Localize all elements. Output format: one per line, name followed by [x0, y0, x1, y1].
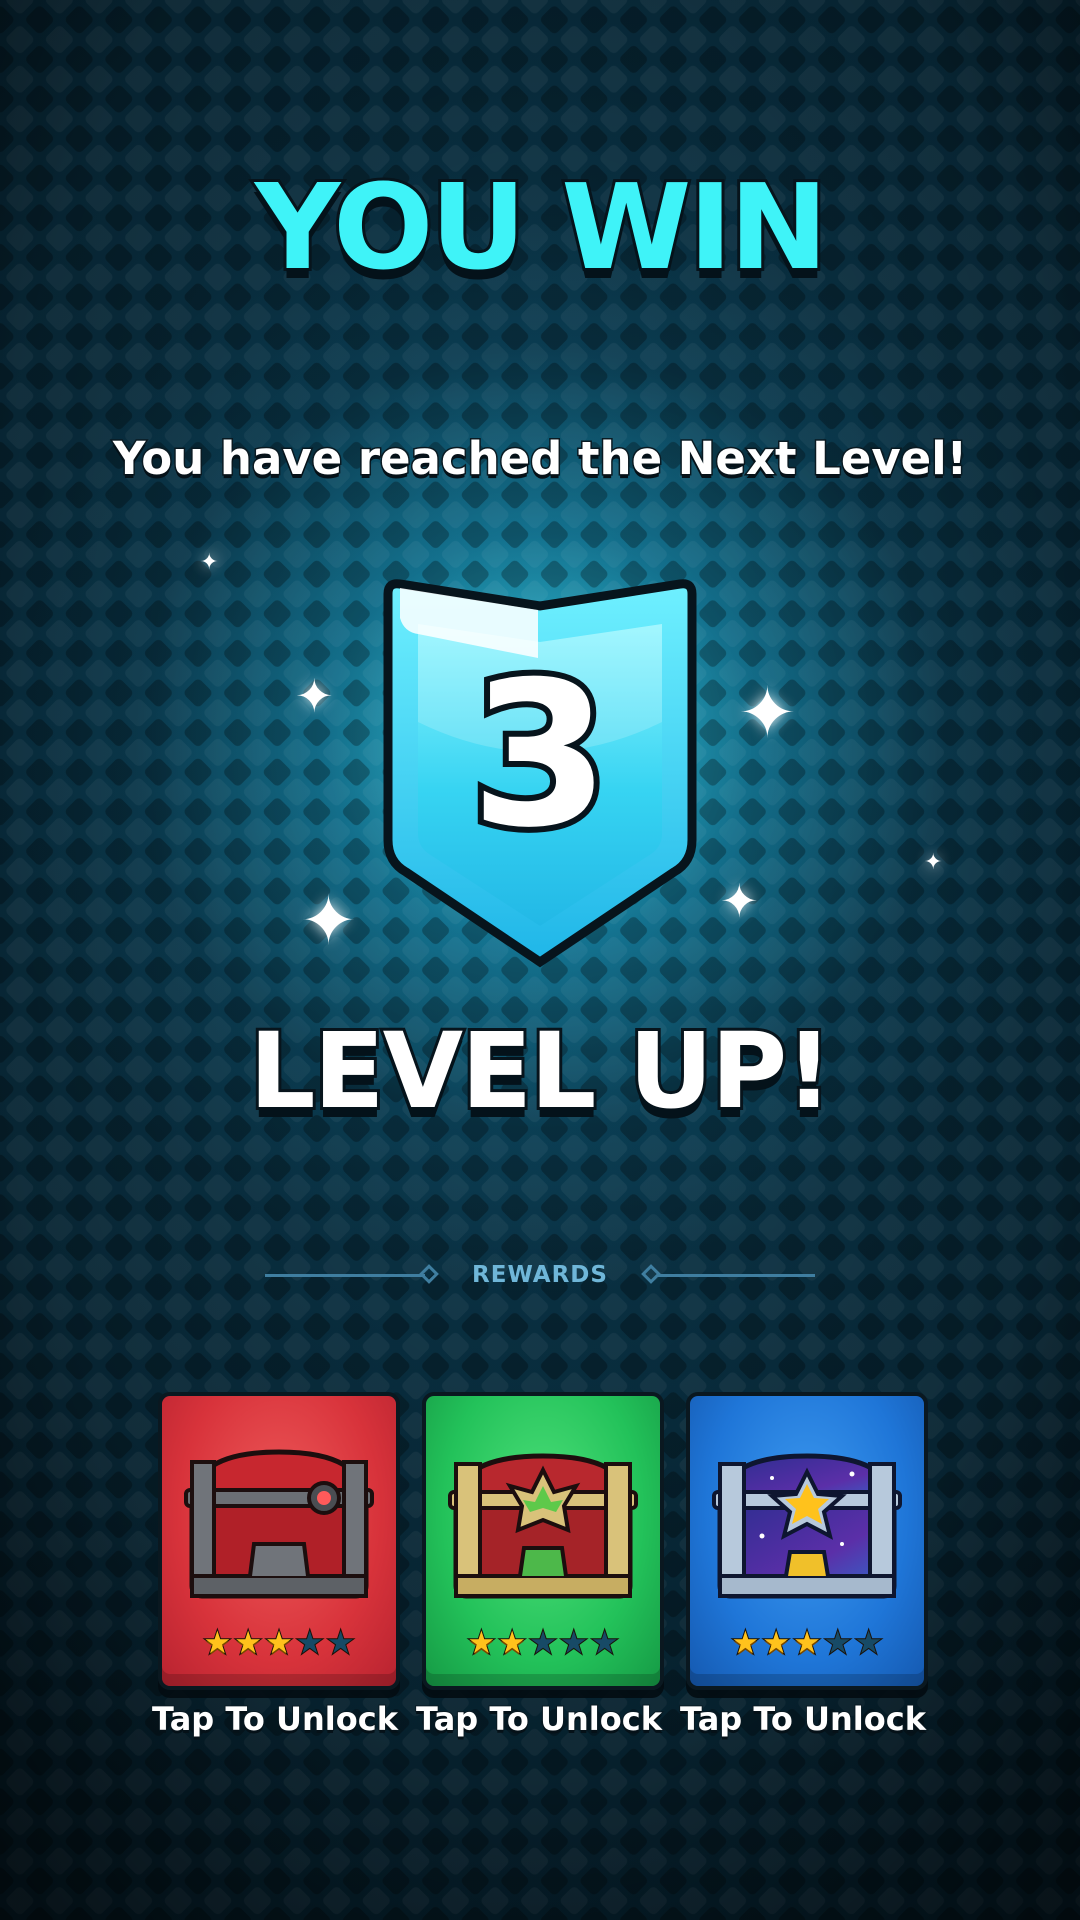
- sparkle-icon: ✦: [924, 850, 943, 875]
- star-filled-icon: ★: [761, 1625, 791, 1661]
- red-iron-chest-icon: [184, 1449, 374, 1599]
- tap-to-unlock-label[interactable]: Tap To Unlock: [135, 1699, 415, 1739]
- divider-line-right: [657, 1274, 815, 1277]
- chest-card-green[interactable]: ★ ★ ★ ★ ★: [422, 1392, 664, 1690]
- star-rating: ★ ★ ★ ★ ★: [162, 1625, 396, 1661]
- star-filled-icon: ★: [233, 1625, 263, 1661]
- level-shield-badge: 3: [383, 579, 697, 968]
- star-rating: ★ ★ ★ ★ ★: [690, 1625, 924, 1661]
- sparkle-icon: ✦: [295, 669, 334, 723]
- star-filled-icon: ★: [497, 1625, 527, 1661]
- star-empty-icon: ★: [528, 1625, 558, 1661]
- star-filled-icon: ★: [264, 1625, 294, 1661]
- win-screen: YOU WIN You have reached the Next Level!…: [0, 0, 1080, 1920]
- level-up-banner: LEVEL UP!: [246, 1007, 835, 1135]
- sparkle-icon: ✦: [738, 672, 797, 754]
- chest-card-red[interactable]: ★ ★ ★ ★ ★: [158, 1392, 400, 1690]
- level-number: 3: [470, 639, 609, 872]
- star-filled-icon: ★: [203, 1625, 233, 1661]
- gold-green-chest-icon: [448, 1453, 638, 1599]
- sparkle-icon: ✦: [300, 882, 357, 961]
- chest-card-blue[interactable]: ★ ★ ★ ★ ★: [686, 1392, 928, 1690]
- cosmic-star-chest-icon: [712, 1453, 902, 1599]
- star-empty-icon: ★: [326, 1625, 356, 1661]
- star-empty-icon: ★: [295, 1625, 325, 1661]
- sparkle-icon: ✦: [720, 874, 759, 928]
- you-win-title: YOU WIN: [252, 155, 831, 299]
- star-rating: ★ ★ ★ ★ ★: [426, 1625, 660, 1661]
- tap-to-unlock-label[interactable]: Tap To Unlock: [663, 1699, 943, 1739]
- sparkle-icon: ✦: [200, 550, 219, 575]
- next-level-subtitle: You have reached the Next Level!: [111, 431, 968, 487]
- star-empty-icon: ★: [590, 1625, 620, 1661]
- tap-to-unlock-label[interactable]: Tap To Unlock: [399, 1699, 679, 1739]
- star-empty-icon: ★: [559, 1625, 589, 1661]
- star-filled-icon: ★: [792, 1625, 822, 1661]
- star-empty-icon: ★: [823, 1625, 853, 1661]
- star-filled-icon: ★: [467, 1625, 497, 1661]
- star-filled-icon: ★: [731, 1625, 761, 1661]
- rewards-divider: REWARDS: [265, 1262, 815, 1288]
- star-empty-icon: ★: [854, 1625, 884, 1661]
